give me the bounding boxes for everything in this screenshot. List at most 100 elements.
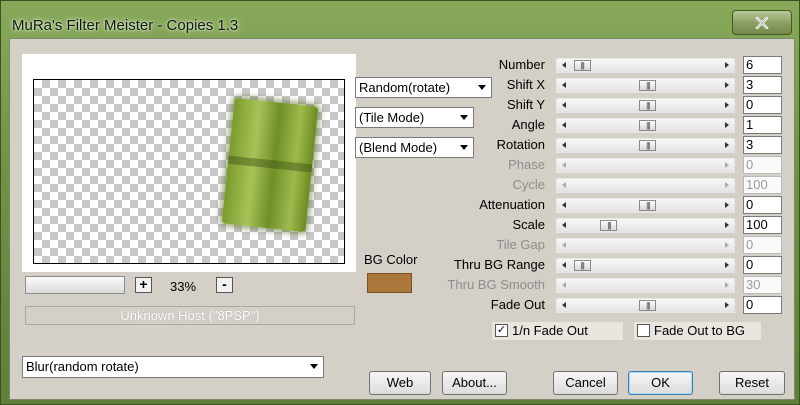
param-label: Scale	[512, 217, 545, 232]
window-title: MuRa's Filter Meister - Copies 1.3	[12, 17, 239, 34]
scroll-left-icon[interactable]	[562, 262, 566, 268]
param-value-field: 100	[743, 176, 782, 194]
slider-thumb[interactable]: |||	[639, 200, 657, 211]
slider-thumb[interactable]: |||	[639, 80, 657, 91]
checkbox-icon[interactable]	[637, 324, 650, 337]
scroll-left-icon[interactable]	[562, 102, 566, 108]
param-slider	[556, 278, 735, 293]
zoom-track[interactable]	[25, 276, 125, 294]
scroll-left-icon[interactable]	[562, 122, 566, 128]
preview-panel	[22, 54, 356, 272]
scroll-right-icon[interactable]	[725, 102, 729, 108]
scroll-right-icon	[725, 162, 729, 168]
param-slider[interactable]: |||	[556, 218, 735, 233]
param-label: Tile Gap	[496, 237, 545, 252]
param-label: Angle	[511, 117, 545, 132]
about-button[interactable]: About...	[442, 371, 507, 395]
param-slider[interactable]: |||	[556, 58, 735, 73]
scroll-right-icon[interactable]	[725, 122, 729, 128]
scroll-left-icon[interactable]	[562, 202, 566, 208]
param-value-field[interactable]: 0	[743, 296, 782, 314]
fade-out-to-bg-checkbox-row[interactable]: Fade Out to BG	[634, 322, 761, 340]
param-slider[interactable]: |||	[556, 98, 735, 113]
checkbox-label: 1/n Fade Out	[512, 323, 588, 338]
scroll-left-icon[interactable]	[562, 222, 566, 228]
dialog-client-area: + 33% - Unknown Host ("8PSP") Random(rot…	[9, 38, 795, 400]
zoom-level: 33%	[170, 279, 197, 294]
scroll-left-icon	[562, 182, 566, 188]
zoom-out-button[interactable]: -	[216, 277, 233, 293]
scroll-right-icon[interactable]	[725, 62, 729, 68]
preview-canvas[interactable]	[33, 79, 345, 264]
slider-thumb[interactable]: |||	[600, 220, 618, 231]
param-value-field[interactable]: 0	[743, 96, 782, 114]
param-label: Number	[498, 57, 545, 72]
param-value-field: 0	[743, 156, 782, 174]
slider-thumb[interactable]: |||	[639, 120, 657, 131]
checkbox-label: Fade Out to BG	[654, 323, 746, 338]
preset-dropdown-value: Blur(random rotate)	[26, 359, 139, 374]
scroll-right-icon	[725, 242, 729, 248]
chevron-down-icon	[310, 364, 318, 369]
slider-thumb[interactable]: |||	[573, 260, 591, 271]
param-value-field[interactable]: 100	[743, 216, 782, 234]
param-value-field: 30	[743, 276, 782, 294]
preview-image	[221, 97, 319, 233]
param-label: Thru BG Range	[453, 257, 545, 272]
reset-button[interactable]: Reset	[719, 371, 785, 395]
scroll-left-icon[interactable]	[562, 62, 566, 68]
title-bar[interactable]: MuRa's Filter Meister - Copies 1.3	[1, 1, 800, 37]
param-label: Cycle	[512, 177, 545, 192]
cancel-button[interactable]: Cancel	[553, 371, 618, 395]
param-slider[interactable]: |||	[556, 298, 735, 313]
param-value-field[interactable]: 3	[743, 136, 782, 154]
scroll-left-icon	[562, 162, 566, 168]
param-value-field[interactable]: 0	[743, 256, 782, 274]
param-slider	[556, 178, 735, 193]
scroll-right-icon[interactable]	[725, 142, 729, 148]
param-slider[interactable]: |||	[556, 198, 735, 213]
param-slider[interactable]: |||	[556, 78, 735, 93]
param-label: Phase	[508, 157, 545, 172]
window-frame: MuRa's Filter Meister - Copies 1.3 + 33%…	[0, 0, 800, 405]
param-value-field[interactable]: 6	[743, 56, 782, 74]
scroll-right-icon[interactable]	[725, 222, 729, 228]
param-label: Rotation	[496, 137, 545, 152]
close-icon	[755, 16, 769, 29]
scroll-left-icon	[562, 282, 566, 288]
scroll-right-icon[interactable]	[725, 202, 729, 208]
bg-color-swatch[interactable]	[367, 273, 412, 293]
param-value-field[interactable]: 0	[743, 196, 782, 214]
checkbox-icon[interactable]: ✓	[495, 324, 508, 337]
slider-thumb[interactable]: |||	[639, 100, 657, 111]
param-label: Thru BG Smooth	[447, 277, 545, 292]
scroll-right-icon[interactable]	[725, 262, 729, 268]
param-slider[interactable]: |||	[556, 138, 735, 153]
param-value-field[interactable]: 3	[743, 76, 782, 94]
param-slider[interactable]: |||	[556, 118, 735, 133]
close-button[interactable]	[732, 10, 792, 35]
web-button[interactable]: Web	[369, 371, 431, 395]
param-value-field[interactable]: 1	[743, 116, 782, 134]
preset-dropdown[interactable]: Blur(random rotate)	[22, 356, 324, 378]
scroll-left-icon[interactable]	[562, 302, 566, 308]
scroll-right-icon	[725, 182, 729, 188]
param-slider[interactable]: |||	[556, 258, 735, 273]
param-value-field: 0	[743, 236, 782, 254]
fade-out-1n-checkbox-row[interactable]: ✓ 1/n Fade Out	[492, 322, 623, 340]
slider-thumb[interactable]: |||	[573, 60, 591, 71]
slider-thumb[interactable]: |||	[639, 300, 657, 311]
scroll-right-icon[interactable]	[725, 82, 729, 88]
scroll-left-icon	[562, 242, 566, 248]
param-label: Fade Out	[490, 297, 545, 312]
param-label: Shift X	[506, 77, 545, 92]
slider-thumb[interactable]: |||	[639, 140, 657, 151]
param-label: Shift Y	[506, 97, 545, 112]
zoom-in-button[interactable]: +	[135, 277, 152, 293]
scroll-right-icon[interactable]	[725, 302, 729, 308]
param-slider	[556, 158, 735, 173]
ok-button[interactable]: OK	[628, 371, 693, 395]
scroll-left-icon[interactable]	[562, 142, 566, 148]
scroll-left-icon[interactable]	[562, 82, 566, 88]
host-info: Unknown Host ("8PSP")	[25, 306, 355, 325]
